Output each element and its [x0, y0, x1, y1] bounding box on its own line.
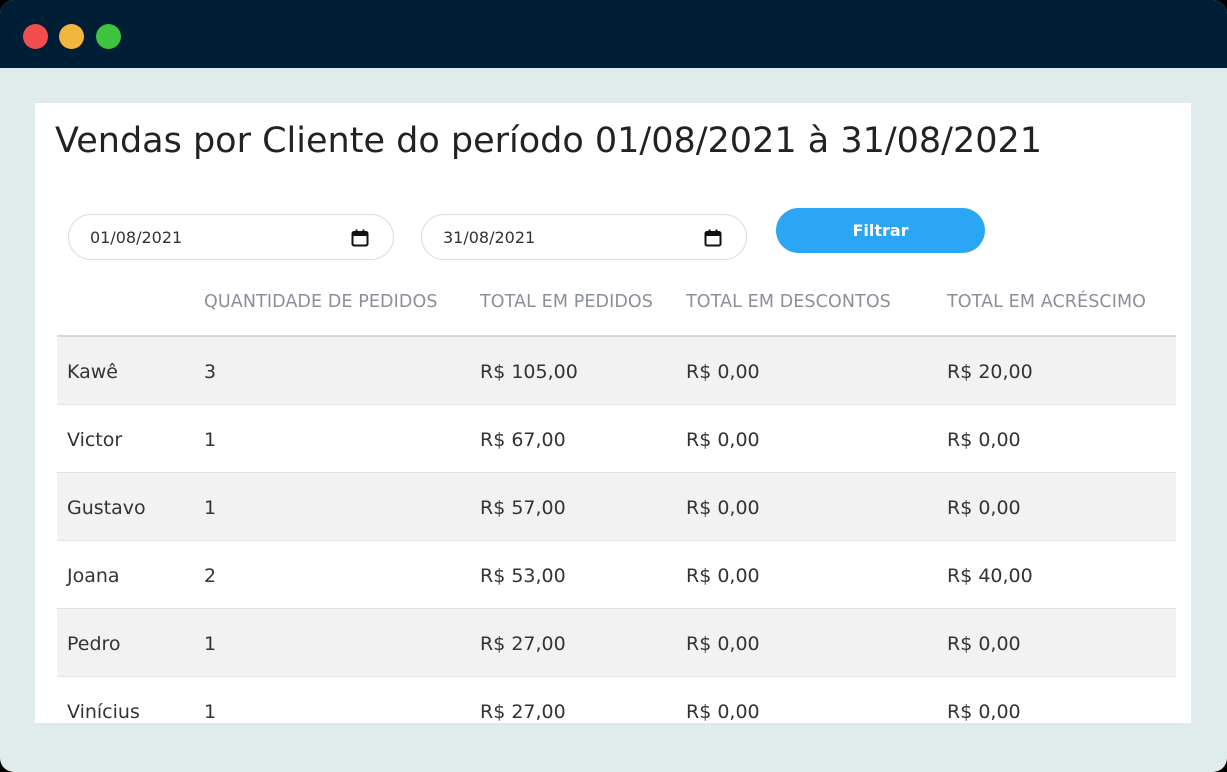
client-name: Pedro [67, 633, 121, 655]
surcharge-total: R$ 40,00 [947, 565, 1033, 587]
table-row: Victor 1 R$ 67,00 R$ 0,00 R$ 0,00 [57, 405, 1176, 473]
client-name: Gustavo [67, 497, 146, 519]
surcharge-total: R$ 0,00 [947, 497, 1021, 519]
order-total: R$ 57,00 [480, 497, 566, 519]
discount-total: R$ 0,00 [686, 633, 760, 655]
start-date-value: 01/08/2021 [90, 228, 183, 247]
surcharge-total: R$ 0,00 [947, 701, 1021, 723]
discount-total: R$ 0,00 [686, 497, 760, 519]
client-name: Kawê [67, 361, 118, 383]
order-count: 1 [204, 429, 217, 451]
table-row: Kawê 3 R$ 105,00 R$ 0,00 R$ 20,00 [57, 337, 1176, 405]
title-bar [0, 0, 1227, 68]
close-window-button[interactable] [23, 24, 48, 49]
order-count: 2 [204, 565, 217, 587]
order-total: R$ 67,00 [480, 429, 566, 451]
minimize-window-button[interactable] [59, 24, 84, 49]
end-date-input[interactable]: 31/08/2021 [421, 214, 747, 260]
end-date-value: 31/08/2021 [443, 228, 536, 247]
discount-total: R$ 0,00 [686, 429, 760, 451]
discount-total: R$ 0,00 [686, 361, 760, 383]
order-count: 1 [204, 701, 217, 723]
maximize-window-button[interactable] [96, 24, 121, 49]
surcharge-total: R$ 0,00 [947, 633, 1021, 655]
order-total: R$ 53,00 [480, 565, 566, 587]
client-name: Joana [67, 565, 120, 587]
discount-total: R$ 0,00 [686, 701, 760, 723]
start-date-input[interactable]: 01/08/2021 [68, 214, 394, 260]
client-name: Vinícius [67, 701, 140, 723]
discount-total: R$ 0,00 [686, 565, 760, 587]
header-surcharge-total: TOTAL EM ACRÉSCIMO [947, 292, 1147, 312]
surcharge-total: R$ 20,00 [947, 361, 1033, 383]
header-order-total: TOTAL EM PEDIDOS [480, 292, 654, 312]
table-row: Gustavo 1 R$ 57,00 R$ 0,00 R$ 0,00 [57, 473, 1176, 541]
page-title: Vendas por Cliente do período 01/08/2021… [55, 121, 1043, 161]
table-row: Pedro 1 R$ 27,00 R$ 0,00 R$ 0,00 [57, 609, 1176, 677]
header-discount-total: TOTAL EM DESCONTOS [686, 292, 891, 312]
surcharge-total: R$ 0,00 [947, 429, 1021, 451]
report-panel: Vendas por Cliente do período 01/08/2021… [35, 103, 1191, 723]
order-count: 3 [204, 361, 217, 383]
header-order-count: QUANTIDADE DE PEDIDOS [204, 292, 438, 312]
calendar-icon[interactable] [351, 229, 369, 247]
table-row: Vinícius 1 R$ 27,00 R$ 0,00 R$ 0,00 [57, 677, 1176, 723]
app-window: Vendas por Cliente do período 01/08/2021… [0, 0, 1227, 772]
calendar-icon[interactable] [704, 229, 722, 247]
sales-table-body: Kawê 3 R$ 105,00 R$ 0,00 R$ 20,00 Victor… [57, 337, 1176, 723]
order-total: R$ 105,00 [480, 361, 578, 383]
order-count: 1 [204, 497, 217, 519]
order-total: R$ 27,00 [480, 701, 566, 723]
order-count: 1 [204, 633, 217, 655]
filter-button[interactable]: Filtrar [776, 208, 985, 253]
order-total: R$ 27,00 [480, 633, 566, 655]
client-name: Victor [67, 429, 123, 451]
table-row: Joana 2 R$ 53,00 R$ 0,00 R$ 40,00 [57, 541, 1176, 609]
